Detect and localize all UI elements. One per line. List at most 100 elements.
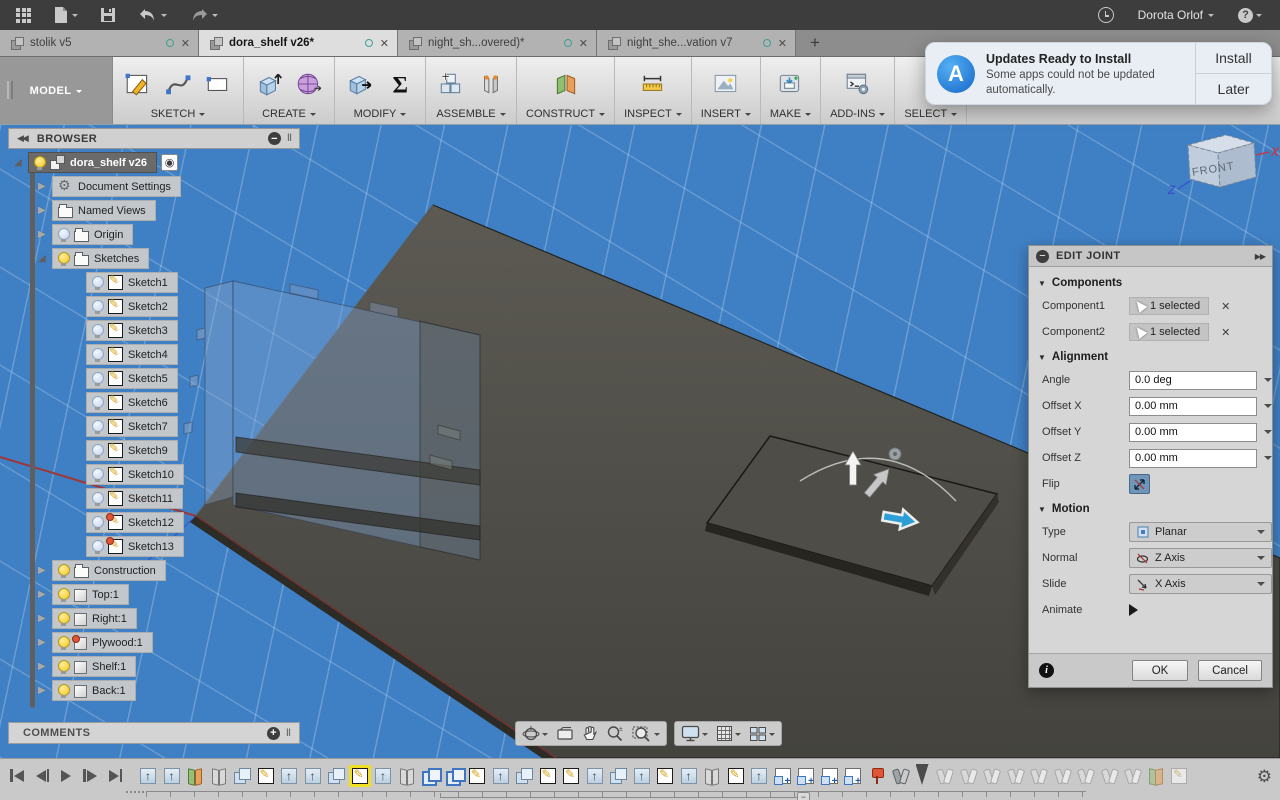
visibility-bulb-icon[interactable] [92, 323, 104, 338]
minimize-panel-icon[interactable] [268, 132, 282, 145]
browser-tree-item[interactable]: Sketch11 [14, 488, 184, 509]
joint-tool-icon[interactable] [475, 68, 507, 100]
timeline-feature-icon[interactable] [399, 768, 415, 784]
timeline-feature-icon[interactable] [1101, 768, 1117, 784]
timeline-feature-icon[interactable] [140, 768, 156, 784]
document-tab[interactable]: stolik v5 [0, 30, 199, 56]
workspace-switcher[interactable]: MODEL [0, 57, 113, 124]
visibility-bulb-icon[interactable] [92, 371, 104, 386]
visibility-bulb-icon[interactable] [58, 659, 70, 674]
timeline-feature-icon[interactable] [983, 768, 999, 784]
visibility-bulb-icon[interactable] [92, 419, 104, 434]
timeline-feature-icon[interactable] [516, 768, 533, 784]
measure-icon[interactable] [637, 68, 669, 100]
timeline-feature-icon[interactable] [563, 767, 579, 784]
timeline-feature-icon[interactable] [1148, 768, 1164, 784]
visibility-bulb-icon[interactable] [92, 539, 104, 554]
tree-item-pill[interactable]: Sketch5 [86, 368, 178, 389]
extrude-icon[interactable] [253, 68, 285, 100]
pan-icon[interactable] [582, 725, 598, 742]
visibility-bulb-icon[interactable] [92, 467, 104, 482]
browser-tree-item[interactable]: Sketches [14, 248, 184, 269]
normal-axis-dropdown[interactable]: Z Axis [1129, 548, 1272, 568]
expand-arrow-icon[interactable] [38, 613, 52, 624]
document-tab[interactable]: night_sh...overed)* [398, 30, 597, 56]
timeline-feature-icon[interactable] [1124, 768, 1140, 784]
timeline-feature-icon[interactable] [1171, 767, 1187, 784]
expand-arrow-icon[interactable] [38, 565, 52, 576]
file-menu-button[interactable] [53, 6, 78, 24]
timeline-feature-icon[interactable] [869, 768, 885, 784]
tree-item-pill[interactable]: Top:1 [52, 584, 129, 605]
clear-selection-icon[interactable] [1221, 300, 1230, 313]
timeline-feature-icon[interactable] [351, 767, 368, 784]
document-tab[interactable]: dora_shelf v26* [199, 30, 398, 56]
apps-grid-icon[interactable] [16, 7, 31, 23]
timeline-feature-icon[interactable] [211, 768, 227, 784]
offset-y-input[interactable]: 0.00 mm [1129, 422, 1257, 442]
expand-arrow-icon[interactable] [38, 589, 52, 600]
close-tab-icon[interactable] [579, 37, 588, 50]
browser-tree-item[interactable]: Sketch2 [14, 296, 184, 317]
section-components[interactable]: Components [1038, 277, 1272, 289]
play-button[interactable] [61, 769, 71, 782]
menu-inspect[interactable]: INSPECT [624, 106, 682, 122]
timeline-feature-icon[interactable] [915, 764, 929, 785]
construct-plane-icon[interactable] [550, 68, 582, 100]
add-comment-icon[interactable] [267, 726, 281, 740]
menu-make[interactable]: MAKE [770, 106, 812, 122]
info-icon[interactable]: i [1039, 663, 1054, 678]
tree-item-pill[interactable]: Sketch10 [86, 464, 184, 485]
timeline-feature-icon[interactable] [892, 768, 908, 784]
clear-selection-icon[interactable] [1221, 326, 1230, 339]
timeline-feature-icon[interactable] [680, 768, 697, 784]
tree-item-pill[interactable]: Back:1 [52, 680, 136, 701]
browser-tree-item[interactable]: Right:1 [14, 608, 184, 629]
activate-component-radio[interactable] [161, 154, 179, 171]
timeline-feature-icon[interactable] [304, 768, 321, 784]
visibility-bulb-icon[interactable] [92, 299, 104, 314]
browser-tree-item[interactable]: Sketch4 [14, 344, 184, 365]
visibility-bulb-icon[interactable] [92, 275, 104, 290]
timeline-feature-icon[interactable] [281, 768, 297, 784]
offset-x-input[interactable]: 0.00 mm [1129, 396, 1257, 416]
new-component-icon[interactable] [435, 68, 467, 100]
timeline-feature-icon[interactable] [328, 768, 345, 784]
visibility-bulb-icon[interactable] [58, 251, 70, 266]
visibility-bulb-icon[interactable] [58, 227, 70, 242]
grid-settings-icon[interactable] [716, 725, 741, 742]
timeline-feature-icon[interactable] [257, 767, 274, 784]
offset-z-input[interactable]: 0.00 mm [1129, 448, 1257, 468]
menu-insert[interactable]: INSERT [701, 106, 751, 122]
timeline-feature-icon[interactable] [1007, 768, 1023, 784]
display-settings-icon[interactable] [681, 725, 708, 742]
later-button[interactable]: Later [1196, 74, 1271, 104]
expand-arrow-icon[interactable] [38, 181, 52, 192]
timeline-feature-icon[interactable] [163, 768, 180, 784]
visibility-bulb-icon[interactable] [58, 611, 70, 626]
menu-modify[interactable]: MODIFY [354, 106, 407, 122]
timeline-feature-icon[interactable] [1077, 768, 1093, 784]
browser-tree-item[interactable]: Plywood:1 [14, 632, 184, 653]
orbit-icon[interactable] [522, 725, 548, 743]
timeline-feature-icon[interactable] [375, 768, 391, 784]
angle-input[interactable]: 0.0 deg [1129, 370, 1257, 390]
tree-item-pill[interactable]: Document Settings [52, 176, 181, 197]
make-3dprint-icon[interactable] [774, 68, 806, 100]
browser-tree-item[interactable]: Top:1 [14, 584, 184, 605]
go-to-start-button[interactable] [10, 769, 24, 782]
tree-item-pill[interactable]: dora_shelf v26 [28, 152, 158, 173]
timeline-feature-icon[interactable] [797, 768, 814, 787]
expand-arrow-icon[interactable] [14, 157, 28, 168]
browser-tree-item[interactable]: Sketch6 [14, 392, 184, 413]
visibility-bulb-icon[interactable] [58, 635, 70, 650]
edit-joint-header[interactable]: EDIT JOINT [1029, 246, 1272, 267]
menu-construct[interactable]: CONSTRUCT [526, 106, 606, 122]
sigma-parameters-icon[interactable]: Σ [384, 68, 416, 100]
create-sketch-icon[interactable] [122, 68, 154, 100]
visibility-bulb-icon[interactable] [34, 155, 46, 170]
press-pull-icon[interactable] [344, 68, 376, 100]
tree-item-pill[interactable]: Sketch6 [86, 392, 178, 413]
timeline-feature-icon[interactable] [1030, 768, 1046, 784]
browser-tree-item[interactable]: Sketch12 [14, 512, 184, 533]
